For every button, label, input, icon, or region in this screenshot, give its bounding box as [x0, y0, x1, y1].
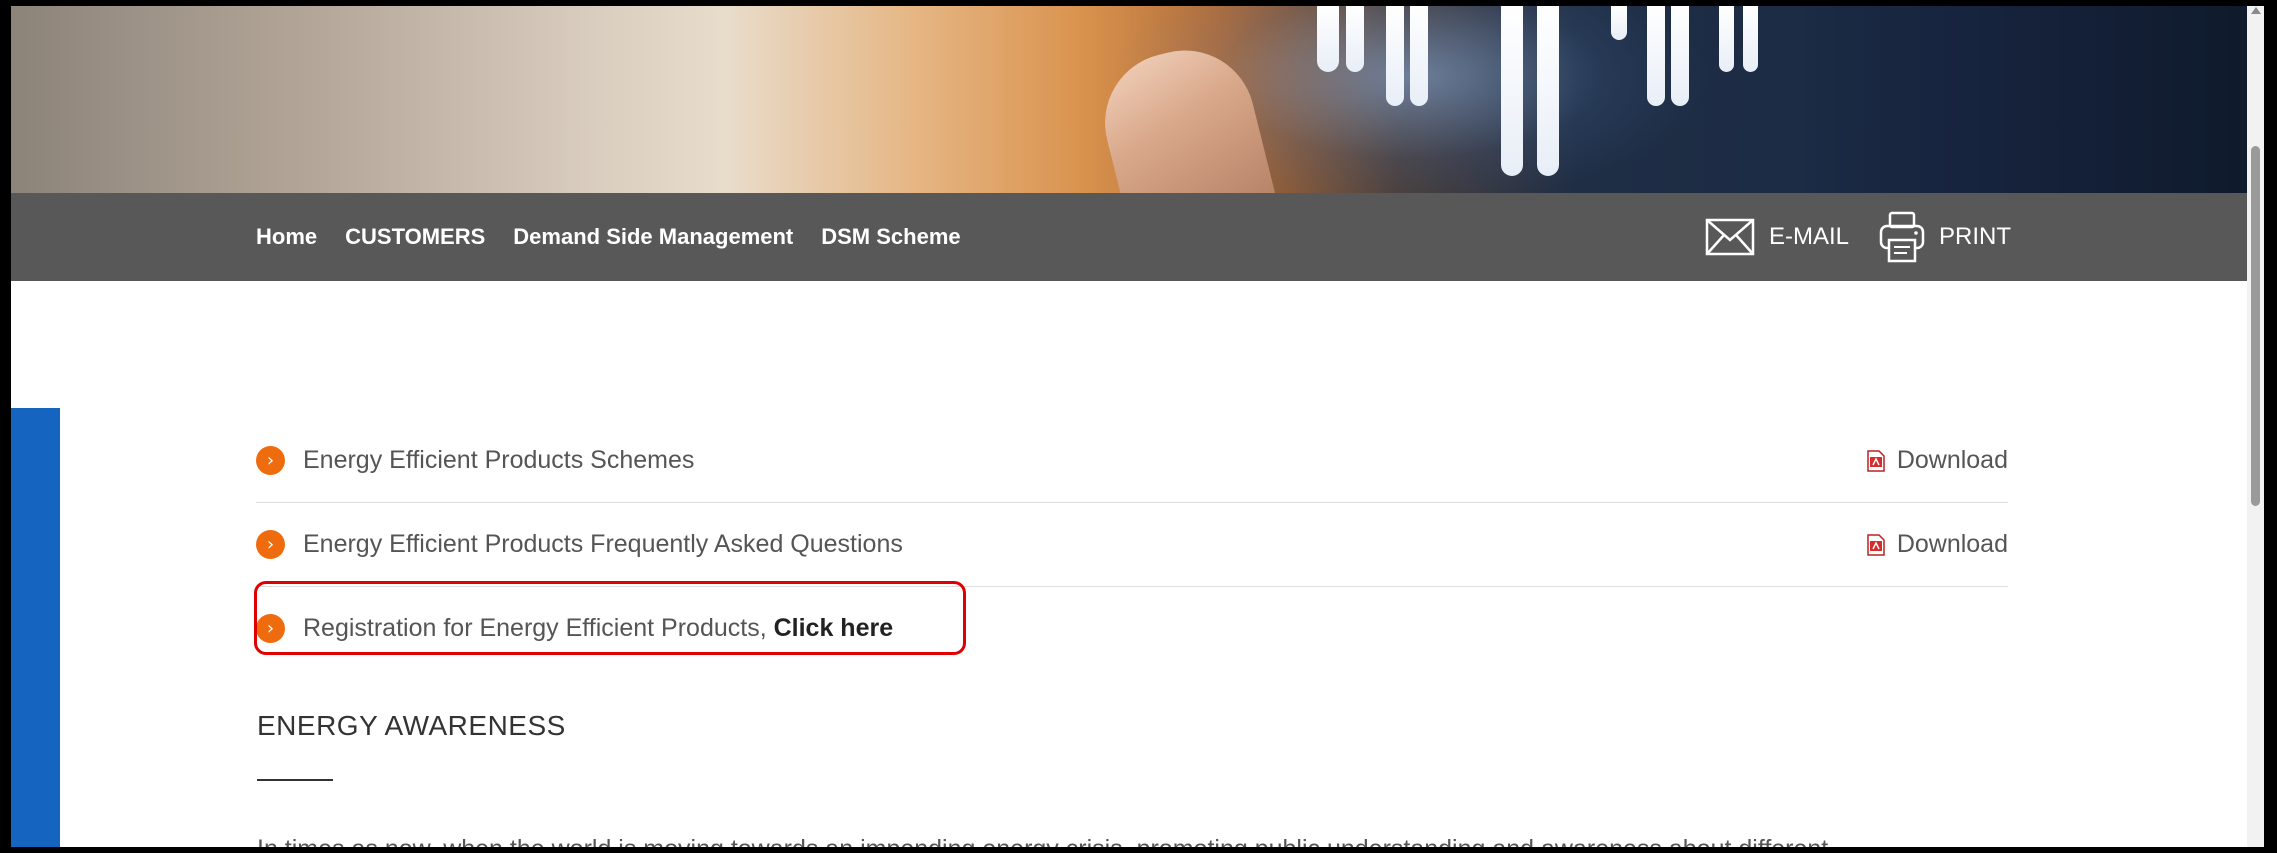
page-actions: E-MAIL PRINT: [1705, 193, 2011, 281]
hero-graphic-bar: [1719, 6, 1734, 72]
scroll-up-arrow-icon[interactable]: [2251, 7, 2261, 14]
hero-suit-sleeve: [1801, 6, 2247, 193]
breadcrumb-demand-side-management[interactable]: Demand Side Management: [513, 224, 793, 250]
print-label: PRINT: [1939, 223, 2011, 250]
list-item: › Energy Efficient Products Frequently A…: [256, 503, 2008, 587]
list-item: › Registration for Energy Efficient Prod…: [256, 587, 2008, 670]
breadcrumb-dsm-scheme[interactable]: DSM Scheme: [821, 224, 960, 250]
click-here-link[interactable]: Click here: [774, 614, 894, 642]
list-item-label[interactable]: Energy Efficient Products Schemes: [303, 446, 694, 475]
hero-graphic-bar: [1317, 6, 1339, 72]
breadcrumb: Home CUSTOMERS Demand Side Management DS…: [256, 193, 961, 281]
hero-graphic-bar: [1346, 6, 1364, 72]
hero-banner: [11, 6, 2247, 193]
screenshot-frame: Home CUSTOMERS Demand Side Management DS…: [0, 0, 2277, 853]
hero-graphic-bar: [1671, 6, 1689, 106]
pdf-icon: [1867, 533, 1885, 556]
pdf-icon: [1867, 449, 1885, 472]
hero-graphic-bar: [1743, 6, 1758, 72]
download-link[interactable]: Download: [1867, 419, 2008, 502]
section-paragraph: In times as now, when the world is movin…: [257, 832, 2009, 847]
section-divider: [257, 779, 333, 781]
hero-graphic-bar: [1410, 6, 1428, 106]
download-link[interactable]: Download: [1867, 503, 2008, 586]
hero-graphic-bar: [1537, 6, 1559, 176]
browser-viewport: Home CUSTOMERS Demand Side Management DS…: [11, 6, 2264, 847]
breadcrumb-home[interactable]: Home: [256, 224, 317, 250]
envelope-icon: [1705, 218, 1755, 256]
hero-graphic-bar: [1501, 6, 1523, 176]
chevron-right-icon: ›: [256, 530, 285, 559]
printer-icon: [1879, 211, 1925, 263]
chevron-right-icon: ›: [256, 446, 285, 475]
hero-graphic-bar: [1611, 6, 1627, 40]
list-item: › Energy Efficient Products Schemes Down…: [256, 419, 2008, 503]
navigation-bar: Home CUSTOMERS Demand Side Management DS…: [11, 193, 2247, 281]
download-label: Download: [1896, 530, 2008, 558]
section-paragraph-clip: In times as now, when the world is movin…: [257, 832, 2009, 847]
email-label: E-MAIL: [1768, 223, 1849, 250]
breadcrumb-customers[interactable]: CUSTOMERS: [345, 224, 485, 250]
email-button[interactable]: E-MAIL: [1705, 218, 1849, 256]
print-button[interactable]: PRINT: [1879, 211, 2011, 263]
section-title: ENERGY AWARENESS: [257, 710, 566, 741]
scrollbar-thumb[interactable]: [2251, 146, 2260, 506]
scheme-document-list: › Energy Efficient Products Schemes Down…: [256, 419, 2008, 670]
scrollbar[interactable]: [2247, 6, 2264, 847]
download-label: Download: [1896, 446, 2008, 474]
list-item-label: Registration for Energy Efficient Produc…: [303, 614, 893, 643]
chevron-right-icon: ›: [256, 614, 285, 643]
left-accent-strip: [11, 408, 60, 847]
hero-graphic-bar: [1386, 6, 1404, 106]
registration-text: Registration for Energy Efficient Produc…: [303, 614, 774, 642]
list-item-label[interactable]: Energy Efficient Products Frequently Ask…: [303, 530, 903, 559]
hero-graphic-bar: [1647, 6, 1665, 106]
